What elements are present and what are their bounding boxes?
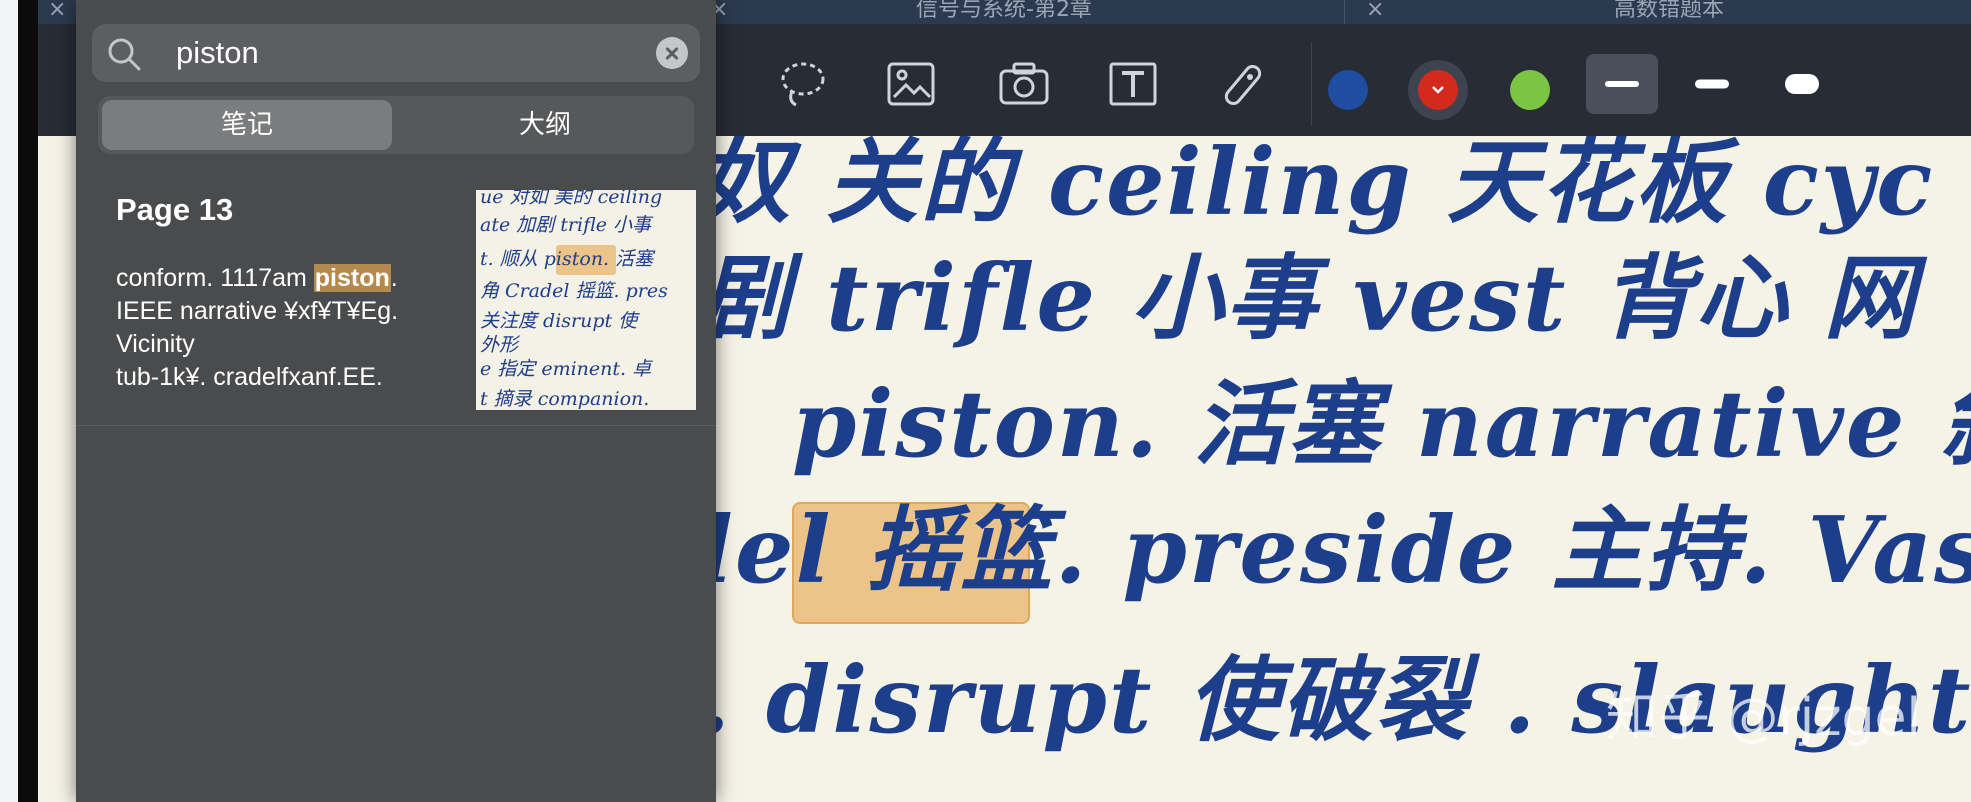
thumbnail-text: e 指定 eminent. 卓 xyxy=(480,358,652,380)
tab-separator xyxy=(1344,0,1345,24)
snippet-text: conform. 1117am xyxy=(116,264,314,292)
thumbnail-text: ate 加剧 trifle 小事 xyxy=(480,214,652,236)
camera-icon[interactable] xyxy=(998,61,1050,107)
snippet-text: Vicinity xyxy=(116,330,195,358)
app-window: × × 信号与系统-第2章 × 高数错题本 奴 关的 ceiling 天花板 c… xyxy=(0,0,1971,802)
close-tab-icon[interactable]: × xyxy=(1366,0,1384,22)
window-divider xyxy=(18,0,38,802)
search-bar xyxy=(92,24,700,82)
handwriting-row: lel 摇篮. preside 主持. Vast xyxy=(698,496,1971,604)
color-green-swatch[interactable] xyxy=(1510,70,1550,110)
tab-signals-systems[interactable]: 信号与系统-第2章 xyxy=(916,0,1092,24)
thumbnail-text: 角 Cradel 摇篮. pres xyxy=(480,280,668,302)
thumbnail-text: 外形 xyxy=(480,334,519,356)
result-page-title: Page 13 xyxy=(116,192,234,227)
snippet-text: . xyxy=(390,264,398,292)
handwriting-row: piston. 活塞 narrative 叙事 xyxy=(792,370,1971,478)
search-icon xyxy=(108,38,141,71)
lasso-icon[interactable] xyxy=(778,59,828,109)
snippet-text: tub-1k¥. cradelfxanf.EE. xyxy=(116,363,383,391)
color-red-swatch-selected[interactable] xyxy=(1408,60,1468,120)
result-snippet: conform. 1117am piston. IEEE narrative ¥… xyxy=(116,262,456,394)
search-input[interactable] xyxy=(176,32,616,74)
snippet-match-highlight: piston xyxy=(313,264,391,292)
sidebar-edge xyxy=(0,0,18,802)
clear-search-icon[interactable] xyxy=(656,37,688,69)
text-box-icon[interactable] xyxy=(1108,61,1158,107)
search-popover: 笔记 大纲 Page 13 conform. 1117am piston. IE… xyxy=(76,0,716,802)
image-icon[interactable] xyxy=(886,61,936,107)
close-tab-icon[interactable]: × xyxy=(48,0,66,22)
segmented-control: 笔记 大纲 xyxy=(98,96,694,154)
color-blue-swatch[interactable] xyxy=(1328,70,1368,110)
handwriting-row: 剧 trifle 小事 vest 背心 网 xyxy=(698,244,1918,352)
watermark: 知乎 @rjzgel xyxy=(1605,688,1921,748)
toolbar-divider xyxy=(1311,42,1312,126)
thumbnail-text: ue 对如 美的 ceiling xyxy=(480,190,663,208)
search-result-item[interactable]: Page 13 conform. 1117am piston. IEEE nar… xyxy=(76,170,716,426)
thickness-thin-button[interactable] xyxy=(1586,54,1658,114)
snippet-text: IEEE narrative ¥xf¥T¥Eg. xyxy=(116,297,399,325)
tab-calculus-mistakes[interactable]: 高数错题本 xyxy=(1614,0,1724,24)
thumbnail-text: t 摘录 companion. xyxy=(480,388,650,410)
thumbnail-text: 关注度 disrupt 使 xyxy=(480,310,638,332)
chevron-down-icon xyxy=(1432,86,1444,94)
tab-notes[interactable]: 笔记 xyxy=(102,100,392,150)
thickness-thick-button[interactable] xyxy=(1766,54,1838,114)
laser-pointer-icon[interactable] xyxy=(1218,57,1272,111)
thickness-medium-button[interactable] xyxy=(1676,54,1748,114)
thumbnail-text: t. 顺从 piston. 活塞 xyxy=(480,248,654,270)
page-thumbnail: ue 对如 美的 ceiling ate 加剧 trifle 小事 t. 顺从 … xyxy=(476,190,696,410)
tab-outline[interactable]: 大纲 xyxy=(400,100,690,150)
